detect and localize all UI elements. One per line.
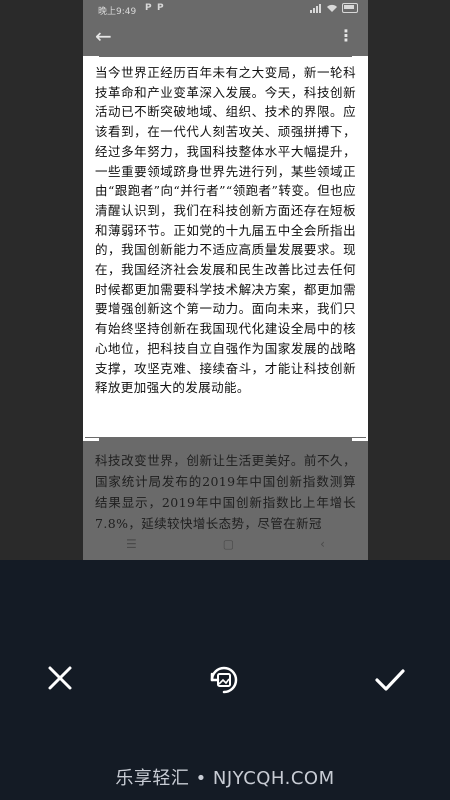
notification-p-icon: P [145, 3, 152, 13]
status-bar: 晚上9:49 P P [83, 0, 368, 20]
screenshot-preview: 晚上9:49 P P ← ⋮ 当今世界正经历百年未有之大变局，新一轮科技革命和产… [83, 0, 368, 560]
notification-p-icon: P [157, 3, 164, 13]
home-icon: ▢ [222, 537, 235, 551]
close-icon[interactable] [45, 663, 75, 693]
app-bar: ← ⋮ [83, 22, 368, 52]
cropped-document-page[interactable]: 当今世界正经历百年未有之大变局，新一轮科技革命和产业变革深入发展。今天，科技创新… [83, 57, 368, 437]
back-arrow-icon[interactable]: ← [95, 24, 112, 48]
battery-charging-icon [342, 3, 358, 13]
back-icon: ‹ [320, 537, 325, 551]
rotate-image-icon[interactable] [206, 662, 242, 698]
status-time: 晚上9:49 [98, 7, 137, 17]
android-nav-bar: ☰ ▢ ‹ [83, 528, 368, 560]
crop-handle-top-right[interactable] [352, 56, 368, 73]
crop-handle-bottom-left[interactable] [83, 424, 99, 441]
crop-handle-bottom-right[interactable] [352, 424, 368, 441]
crop-handle-top-left[interactable] [83, 56, 99, 73]
uncropped-paragraph: 科技改变世界，创新让生活更美好。前不久，国家统计局发布的2019年中国创新指数测… [95, 453, 356, 530]
more-vertical-icon[interactable]: ⋮ [338, 26, 354, 45]
menu-icon: ☰ [126, 537, 137, 551]
document-paragraph: 当今世界正经历百年未有之大变局，新一轮科技革命和产业变革深入发展。今天，科技创新… [95, 65, 356, 396]
signal-icon [310, 3, 321, 13]
checkmark-icon[interactable] [373, 666, 407, 694]
wifi-icon [327, 4, 337, 12]
watermark: 乐享轻汇 • NJYCQH.COM [115, 768, 335, 789]
status-icons [310, 3, 358, 13]
